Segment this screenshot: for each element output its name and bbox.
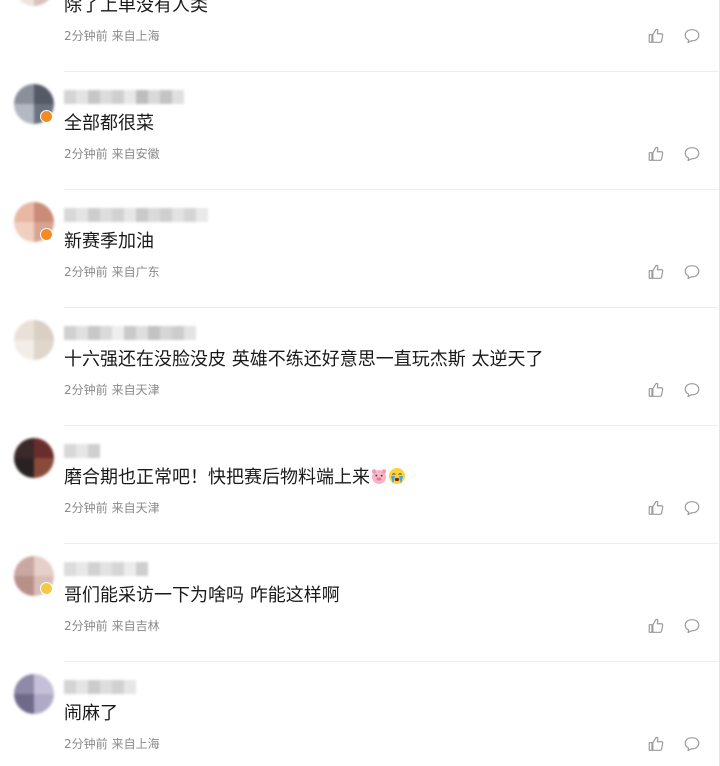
comment-text-body: 哥们能采访一下为啥吗 咋能这样啊 [64, 585, 340, 606]
comment-actions [646, 144, 702, 164]
comment-actions [646, 26, 702, 46]
avatar[interactable] [14, 674, 54, 714]
thumbs-up-icon[interactable] [646, 734, 666, 754]
comment-meta: 2分钟前 来自天津 [64, 382, 160, 398]
comment-text-body: 除了上单没有人类 [64, 0, 208, 16]
username-redacted[interactable] [64, 208, 208, 222]
comment-text: 十六强还在没脸没皮 英雄不练还好意思一直玩杰斯 太逆天了 [64, 348, 543, 372]
avatar[interactable] [14, 320, 54, 360]
comment-meta: 2分钟前 来自上海 [64, 736, 160, 752]
comment-actions [646, 734, 702, 754]
comment-time: 2分钟前 [64, 737, 108, 751]
comment-meta: 2分钟前 来自安徽 [64, 146, 160, 162]
comment-text-body: 新赛季加油 [64, 231, 154, 252]
comment-text-body: 十六强还在没脸没皮 英雄不练还好意思一直玩杰斯 太逆天了 [64, 349, 544, 370]
comment-location: 来自广东 [111, 265, 160, 279]
comment-actions [646, 616, 702, 636]
comment-item: 全部都很菜 2分钟前 来自安徽 [0, 72, 718, 190]
avatar[interactable] [14, 438, 54, 478]
pig-face-emoji [370, 467, 388, 488]
comment-location: 来自天津 [111, 383, 160, 397]
comment-meta: 2分钟前 来自天津 [64, 500, 160, 516]
comment-item: 磨合期也正常吧！快把赛后物料端上来 2分钟前 来自天津 [0, 426, 718, 544]
comment-location: 来自安徽 [111, 147, 160, 161]
comment-time: 2分钟前 [64, 265, 108, 279]
comment-meta: 2分钟前 来自广东 [64, 264, 160, 280]
comment-actions [646, 262, 702, 282]
username-redacted[interactable] [64, 680, 136, 694]
username-redacted[interactable] [64, 562, 148, 576]
comment-item: 十六强还在没脸没皮 英雄不练还好意思一直玩杰斯 太逆天了 2分钟前 来自天津 [0, 308, 718, 426]
username-redacted[interactable] [64, 90, 184, 104]
comment-text: 哥们能采访一下为啥吗 咋能这样啊 [64, 584, 340, 608]
comment-text-body: 磨合期也正常吧！快把赛后物料端上来 [64, 467, 370, 488]
crying-face-emoji [388, 467, 406, 488]
comment-text: 闹麻了 [64, 702, 118, 726]
comment-meta: 2分钟前 来自吉林 [64, 618, 160, 634]
comment-bubble-icon[interactable] [682, 616, 702, 636]
verified-badge-icon [40, 110, 53, 123]
comment-location: 来自上海 [111, 737, 160, 751]
thumbs-up-icon[interactable] [646, 26, 666, 46]
comment-text: 新赛季加油 [64, 230, 154, 254]
comment-bubble-icon[interactable] [682, 380, 702, 400]
username-redacted[interactable] [64, 326, 196, 340]
verified-badge-icon [40, 582, 53, 595]
thumbs-up-icon[interactable] [646, 380, 666, 400]
comment-item: 除了上单没有人类 2分钟前 来自上海 [0, 0, 718, 72]
username-redacted[interactable] [64, 444, 100, 458]
comment-list: 除了上单没有人类 2分钟前 来自上海 全部都很菜 2分钟前 来自安徽 新赛季加油 2分钟前 来自… [0, 0, 720, 766]
comment-location: 来自天津 [111, 501, 160, 515]
thumbs-up-icon[interactable] [646, 498, 666, 518]
comment-time: 2分钟前 [64, 147, 108, 161]
comment-bubble-icon[interactable] [682, 262, 702, 282]
comment-item: 新赛季加油 2分钟前 来自广东 [0, 190, 718, 308]
comment-text: 磨合期也正常吧！快把赛后物料端上来 [64, 466, 406, 490]
comment-text-body: 闹麻了 [64, 703, 118, 724]
avatar[interactable] [14, 0, 54, 6]
comment-time: 2分钟前 [64, 501, 108, 515]
thumbs-up-icon[interactable] [646, 144, 666, 164]
comment-bubble-icon[interactable] [682, 26, 702, 46]
comment-meta: 2分钟前 来自上海 [64, 28, 160, 44]
comment-item: 哥们能采访一下为啥吗 咋能这样啊 2分钟前 来自吉林 [0, 544, 718, 662]
comment-bubble-icon[interactable] [682, 734, 702, 754]
comment-bubble-icon[interactable] [682, 144, 702, 164]
comment-actions [646, 380, 702, 400]
comment-location: 来自上海 [111, 29, 160, 43]
thumbs-up-icon[interactable] [646, 616, 666, 636]
verified-badge-icon [40, 228, 53, 241]
comment-text-body: 全部都很菜 [64, 113, 154, 134]
comment-location: 来自吉林 [111, 619, 160, 633]
comment-bubble-icon[interactable] [682, 498, 702, 518]
comment-text: 除了上单没有人类 [64, 0, 208, 18]
comment-time: 2分钟前 [64, 619, 108, 633]
comment-item: 闹麻了 2分钟前 来自上海 [0, 662, 718, 766]
comment-actions [646, 498, 702, 518]
thumbs-up-icon[interactable] [646, 262, 666, 282]
comment-time: 2分钟前 [64, 29, 108, 43]
comment-text: 全部都很菜 [64, 112, 154, 136]
comment-time: 2分钟前 [64, 383, 108, 397]
